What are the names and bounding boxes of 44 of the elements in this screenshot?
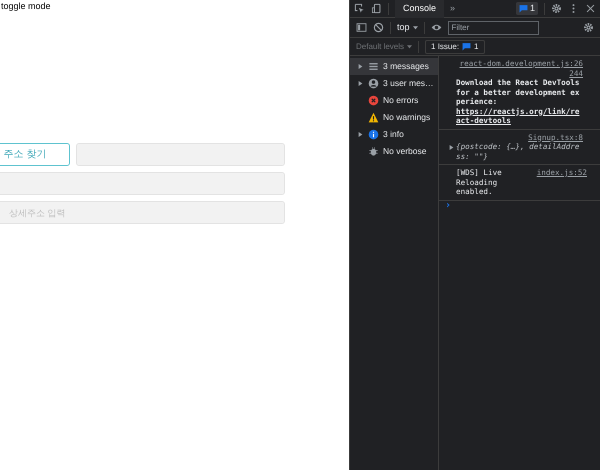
more-tabs-button[interactable]: » [450, 2, 456, 16]
sidebar-label: 3 messages [383, 60, 429, 73]
warning-icon [368, 112, 379, 123]
sidebar-item[interactable]: No errors [350, 92, 438, 109]
sidebar-item[interactable]: 3 messages [350, 58, 438, 75]
sidebar-label: 3 user mes… [383, 77, 434, 90]
expand-icon [358, 81, 363, 86]
issues-button[interactable]: 1 Issue: 1 [425, 40, 484, 54]
sidebar-item[interactable]: 3 info [350, 126, 438, 143]
message-icon [518, 4, 528, 13]
console-prompt[interactable]: › [439, 200, 600, 210]
filter-field[interactable]: Filter [448, 20, 539, 34]
context-dropdown[interactable]: top [397, 20, 418, 34]
sidebar-label: No warnings [383, 111, 430, 124]
close-icon [585, 3, 596, 14]
message-icon [462, 42, 472, 51]
sidebar-item[interactable]: No verbose [350, 143, 438, 160]
device-icon [371, 3, 382, 14]
caret-icon [407, 44, 412, 49]
error-icon [368, 95, 379, 106]
page-heading: toggle mode [0, 0, 52, 12]
caret-icon [412, 25, 418, 30]
info-icon [368, 129, 379, 140]
settings-icon [551, 3, 562, 14]
issues-badge[interactable]: 1 [516, 2, 538, 16]
expand-icon [358, 132, 363, 137]
expand-icon [358, 64, 363, 69]
sidebar-label: No errors [383, 94, 418, 107]
list-icon [368, 61, 379, 72]
address-field[interactable] [0, 172, 285, 195]
eye-icon [430, 22, 442, 33]
expand-icon [449, 145, 454, 150]
clear-icon [373, 22, 384, 33]
postcode-field[interactable] [76, 143, 285, 166]
user-icon [368, 78, 379, 89]
sidebar-label: 3 info [383, 128, 404, 141]
sidebar-toggle-icon [356, 22, 367, 33]
sidebar-label: No verbose [383, 145, 426, 158]
console-tab[interactable]: Console [395, 0, 444, 18]
inspect-icon [354, 3, 365, 14]
settings-icon [583, 22, 594, 33]
sidebar-item[interactable]: No warnings [350, 109, 438, 126]
bug-icon [368, 146, 379, 157]
sidebar-item[interactable]: 3 user mes… [350, 75, 438, 92]
